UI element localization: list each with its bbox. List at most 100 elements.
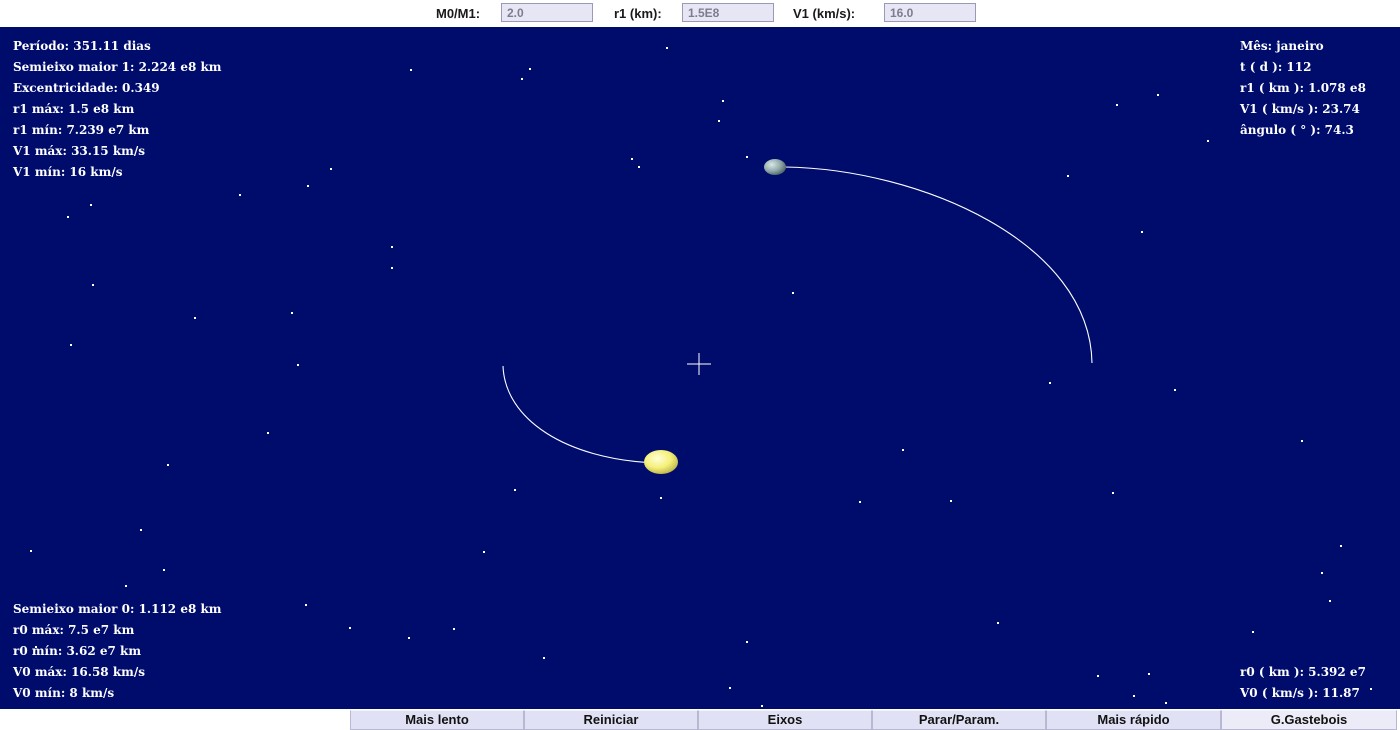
background-star (718, 120, 720, 122)
r1-input[interactable] (682, 3, 774, 22)
background-star (140, 529, 142, 531)
v1-input[interactable] (884, 3, 976, 22)
r0-min-text: r0 mín: 3.62 e7 km (13, 644, 142, 658)
background-star (1133, 695, 1135, 697)
v1-min-text: V1 mín: 16 km/s (13, 165, 123, 179)
background-star (453, 628, 455, 630)
background-star (330, 168, 332, 170)
background-star (660, 497, 662, 499)
background-star (483, 551, 485, 553)
axes-button[interactable]: Eixos (698, 710, 872, 730)
r0-max-text: r0 máx: 7.5 e7 km (13, 623, 135, 637)
background-star (291, 312, 293, 314)
mass-ratio-input[interactable] (501, 3, 593, 22)
background-star (239, 194, 241, 196)
background-star (1049, 382, 1051, 384)
background-star (391, 246, 393, 248)
background-star (92, 284, 94, 286)
background-star (543, 657, 545, 659)
background-star (1067, 175, 1069, 177)
background-star (997, 622, 999, 624)
background-star (1116, 104, 1118, 106)
center-of-mass-marker (687, 353, 711, 375)
background-star (729, 687, 731, 689)
background-star (761, 705, 763, 707)
background-star (408, 637, 410, 639)
background-star (666, 47, 668, 49)
v0-max-text: V0 máx: 16.58 km/s (13, 665, 145, 679)
semimajor-axis-0-text: Semieixo maior 0: 1.112 e8 km (13, 602, 222, 616)
r1-label: r1 (km): (614, 6, 662, 21)
background-star (746, 156, 748, 158)
background-star (67, 216, 69, 218)
background-star (90, 204, 92, 206)
r0-current-text: r0 ( km ): 5.392 e7 (1240, 665, 1366, 679)
background-star (1370, 688, 1372, 690)
control-bar: Mais lento Reiniciar Eixos Parar/Param. … (0, 709, 1400, 730)
background-star (902, 449, 904, 451)
background-star (722, 100, 724, 102)
background-star (125, 585, 127, 587)
background-star (1321, 572, 1323, 574)
background-star (194, 317, 196, 319)
background-star (1340, 545, 1342, 547)
eccentricity-text: Excentricidade: 0.349 (13, 81, 160, 95)
background-star (305, 604, 307, 606)
orbit-info-top-right: Mês: janeiro t ( d ): 112 r1 ( km ): 1.0… (1240, 36, 1366, 141)
background-star (638, 166, 640, 168)
slower-button[interactable]: Mais lento (350, 710, 524, 730)
parameter-bar: M0/M1: r1 (km): V1 (km/s): (0, 0, 1400, 27)
background-star (1097, 675, 1099, 677)
v0-min-text: V0 mín: 8 km/s (13, 686, 115, 700)
background-star (267, 432, 269, 434)
v1-current-text: V1 ( km/s ): 23.74 (1240, 102, 1360, 116)
background-star (514, 489, 516, 491)
author-credit-button[interactable]: G.Gastebois (1221, 710, 1397, 730)
background-star (167, 464, 169, 466)
orbit-info-bottom-left: Semieixo maior 0: 1.112 e8 km r0 máx: 7.… (13, 599, 222, 704)
background-star (1301, 440, 1303, 442)
r1-current-text: r1 ( km ): 1.078 e8 (1240, 81, 1366, 95)
background-star (1252, 631, 1254, 633)
orbit-info-bottom-right: r0 ( km ): 5.392 e7 V0 ( km/s ): 11.87 (1240, 662, 1366, 704)
orbit-trail-1 (784, 166, 1093, 364)
semimajor-axis-1-text: Semieixo maior 1: 2.224 e8 km (13, 60, 222, 74)
background-star (1141, 231, 1143, 233)
background-star (631, 158, 633, 160)
orbit-info-top-left: Período: 351.11 dias Semieixo maior 1: 2… (13, 36, 222, 183)
background-star (521, 78, 523, 80)
background-star (1165, 702, 1167, 704)
background-star (1329, 600, 1331, 602)
mass-ratio-label: M0/M1: (436, 6, 481, 21)
faster-button[interactable]: Mais rápido (1046, 710, 1221, 730)
v1-max-text: V1 máx: 33.15 km/s (13, 144, 145, 158)
background-star (859, 501, 861, 503)
background-star (30, 550, 32, 552)
background-star (70, 344, 72, 346)
r1-max-text: r1 máx: 1.5 e8 km (13, 102, 135, 116)
background-star (950, 500, 952, 502)
background-star (307, 185, 309, 187)
background-star (391, 267, 393, 269)
simulation-canvas: Período: 351.11 dias Semieixo maior 1: 2… (0, 27, 1400, 709)
restart-button[interactable]: Reiniciar (524, 710, 698, 730)
stop-parameters-button[interactable]: Parar/Param. (872, 710, 1046, 730)
month-text: Mês: janeiro (1240, 39, 1324, 53)
background-star (1174, 389, 1176, 391)
period-text: Período: 351.11 dias (13, 39, 151, 53)
background-star (349, 627, 351, 629)
background-star (529, 68, 531, 70)
background-star (297, 364, 299, 366)
v1-label: V1 (km/s): (793, 6, 856, 21)
background-star (163, 569, 165, 571)
background-star (746, 641, 748, 643)
background-star (1207, 140, 1209, 142)
background-star (792, 292, 794, 294)
orbit-trail-0 (502, 365, 656, 464)
angle-text: ângulo ( ° ): 74.3 (1240, 123, 1354, 137)
background-star (1112, 492, 1114, 494)
background-star (410, 69, 412, 71)
star-0-body (644, 450, 678, 474)
time-text: t ( d ): 112 (1240, 60, 1312, 74)
r1-min-text: r1 mín: 7.239 e7 km (13, 123, 150, 137)
